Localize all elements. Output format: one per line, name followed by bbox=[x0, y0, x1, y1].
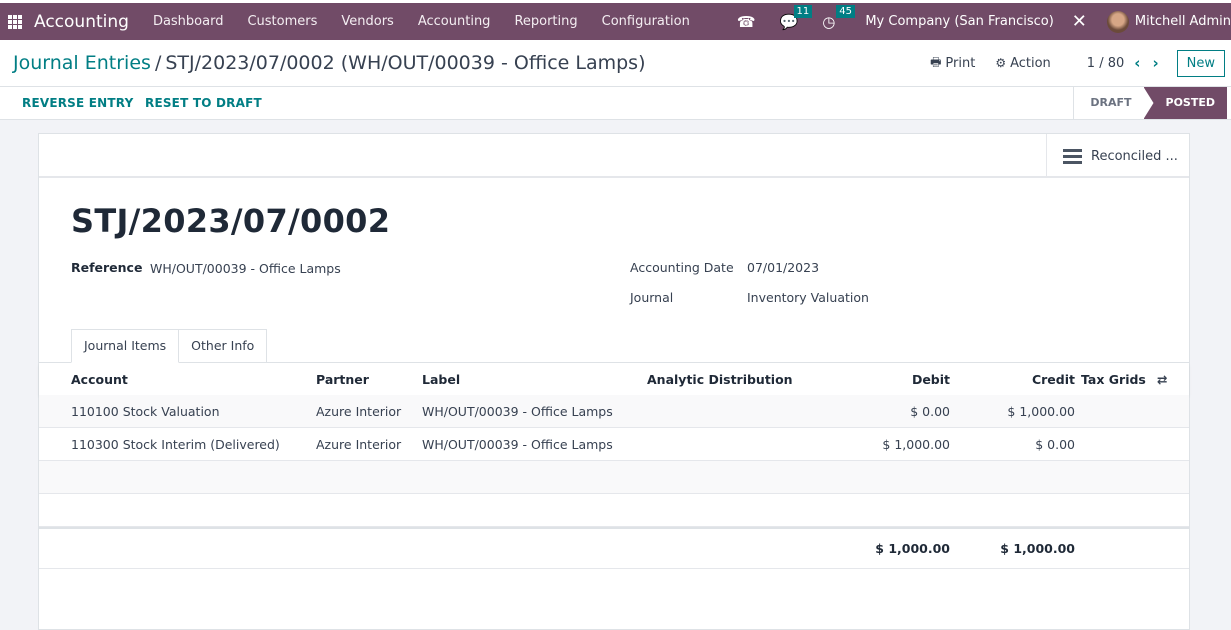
print-button[interactable]: 🖶 Print bbox=[930, 53, 975, 74]
user-avatar[interactable] bbox=[1106, 10, 1129, 33]
bars-icon bbox=[1063, 148, 1082, 164]
phone-icon[interactable]: ☎ bbox=[737, 13, 756, 31]
breadcrumb-current: STJ/2023/07/0002 (WH/OUT/00039 - Office … bbox=[165, 52, 646, 74]
table-row[interactable]: 110300 Stock Interim (Delivered) Azure I… bbox=[39, 428, 1189, 461]
systray: ☎ 💬 11 ◷ 45 My Company (San Francisco) ✕ M… bbox=[737, 3, 1231, 40]
activities-clock-icon[interactable]: ◷ 45 bbox=[822, 4, 855, 31]
control-panel: Journal Entries / STJ/2023/07/0002 (WH/OUT… bbox=[0, 40, 1231, 87]
empty-row bbox=[39, 461, 1189, 494]
messages-badge: 11 bbox=[793, 4, 813, 18]
pager-next-icon[interactable]: › bbox=[1152, 54, 1158, 72]
breadcrumb-separator: / bbox=[154, 52, 162, 74]
accounting-date-label: Accounting Date bbox=[630, 260, 734, 275]
empty-row bbox=[39, 494, 1189, 527]
form-statusbar: REVERSE ENTRY RESET TO DRAFT DRAFT POSTE… bbox=[0, 87, 1231, 120]
nav-accounting[interactable]: Accounting bbox=[418, 14, 491, 29]
column-account[interactable]: Account bbox=[71, 372, 128, 387]
accounting-date-field[interactable]: 07/01/2023 bbox=[747, 260, 819, 275]
user-menu[interactable]: Mitchell Admin bbox=[1135, 14, 1231, 29]
column-tax-grids[interactable]: Tax Grids bbox=[1081, 372, 1146, 387]
journal-field[interactable]: Inventory Valuation bbox=[747, 290, 869, 305]
nav-customers[interactable]: Customers bbox=[247, 14, 317, 29]
print-label: Print bbox=[945, 55, 976, 71]
entry-title: STJ/2023/07/0002 bbox=[71, 202, 391, 240]
reconciled-smart-button[interactable]: Reconciled ... bbox=[1046, 134, 1189, 178]
column-debit[interactable]: Debit bbox=[912, 372, 950, 387]
printer-icon: 🖶 bbox=[930, 54, 942, 69]
notebook-tabs: Journal Items Other Info bbox=[71, 329, 268, 363]
app-name[interactable]: Accounting bbox=[34, 12, 129, 32]
new-button[interactable]: New bbox=[1176, 49, 1225, 77]
nav-vendors[interactable]: Vendors bbox=[341, 14, 393, 29]
reset-to-draft-button[interactable]: RESET TO DRAFT bbox=[145, 96, 262, 110]
gear-icon: ⚙ bbox=[995, 56, 1007, 70]
company-switcher[interactable]: My Company (San Francisco) bbox=[865, 14, 1053, 29]
totals-row: $ 1,000.00 $ 1,000.00 bbox=[39, 527, 1189, 569]
breadcrumb-journal-entries[interactable]: Journal Entries bbox=[13, 52, 151, 74]
cell-credit: $ 1,000.00 bbox=[1007, 403, 1075, 419]
activities-badge: 45 bbox=[836, 4, 855, 18]
cell-partner: Azure Interior bbox=[316, 403, 402, 419]
pager-value[interactable]: 1 / 80 bbox=[1087, 56, 1124, 71]
debug-tools-icon[interactable]: ✕ bbox=[1072, 11, 1087, 32]
reference-label: Reference bbox=[71, 260, 143, 275]
status-posted[interactable]: POSTED bbox=[1143, 87, 1227, 119]
messages-icon[interactable]: 💬 11 bbox=[780, 4, 813, 31]
optional-columns-toggle-icon[interactable]: ⇄ bbox=[1157, 372, 1167, 387]
control-actions: 🖶 Print ⚙ Action 1 / 80 ‹ › New bbox=[930, 48, 1225, 78]
status-draft[interactable]: DRAFT bbox=[1073, 87, 1153, 119]
total-debit: $ 1,000.00 bbox=[875, 541, 950, 556]
tab-journal-items[interactable]: Journal Items bbox=[71, 329, 180, 363]
cell-label: WH/OUT/00039 - Office Lamps bbox=[422, 403, 613, 419]
status-pipeline: DRAFT POSTED bbox=[1073, 87, 1227, 119]
main-navbar: Accounting Dashboard Customers Vendors A… bbox=[0, 3, 1231, 40]
reconciled-label: Reconciled ... bbox=[1091, 148, 1178, 164]
table-row[interactable]: 110100 Stock Valuation Azure Interior WH… bbox=[39, 395, 1189, 428]
journal-items-table: Account Partner Label Analytic Distribut… bbox=[39, 363, 1189, 569]
cell-label: WH/OUT/00039 - Office Lamps bbox=[422, 436, 613, 452]
cell-account: 110100 Stock Valuation bbox=[71, 403, 220, 419]
column-label[interactable]: Label bbox=[422, 372, 460, 387]
nav-dashboard[interactable]: Dashboard bbox=[153, 14, 224, 29]
cell-account: 110300 Stock Interim (Delivered) bbox=[71, 436, 280, 452]
pager-previous-icon[interactable]: ‹ bbox=[1134, 54, 1140, 72]
column-credit[interactable]: Credit bbox=[1032, 372, 1075, 387]
reference-field[interactable]: WH/OUT/00039 - Office Lamps bbox=[150, 261, 341, 276]
cell-debit: $ 1,000.00 bbox=[882, 436, 950, 452]
breadcrumb: Journal Entries / STJ/2023/07/0002 (WH/OUT… bbox=[13, 52, 645, 74]
table-header: Account Partner Label Analytic Distribut… bbox=[39, 363, 1189, 395]
column-partner[interactable]: Partner bbox=[316, 372, 369, 387]
cell-debit: $ 0.00 bbox=[910, 403, 950, 419]
journal-label: Journal bbox=[630, 290, 674, 305]
column-analytic-distribution[interactable]: Analytic Distribution bbox=[647, 372, 793, 387]
total-credit: $ 1,000.00 bbox=[1000, 541, 1075, 556]
tab-other-info[interactable]: Other Info bbox=[179, 329, 268, 363]
apps-menu-icon[interactable] bbox=[8, 14, 24, 29]
action-label: Action bbox=[1010, 55, 1051, 71]
nav-reporting[interactable]: Reporting bbox=[514, 14, 577, 29]
reverse-entry-button[interactable]: REVERSE ENTRY bbox=[22, 96, 133, 110]
form-sheet: Reconciled ... STJ/2023/07/0002 Referenc… bbox=[38, 133, 1190, 630]
action-button[interactable]: ⚙ Action bbox=[995, 56, 1050, 71]
nav-configuration[interactable]: Configuration bbox=[602, 14, 690, 29]
cell-credit: $ 0.00 bbox=[1035, 436, 1075, 452]
cell-partner: Azure Interior bbox=[316, 436, 402, 452]
button-box: Reconciled ... bbox=[39, 134, 1189, 178]
